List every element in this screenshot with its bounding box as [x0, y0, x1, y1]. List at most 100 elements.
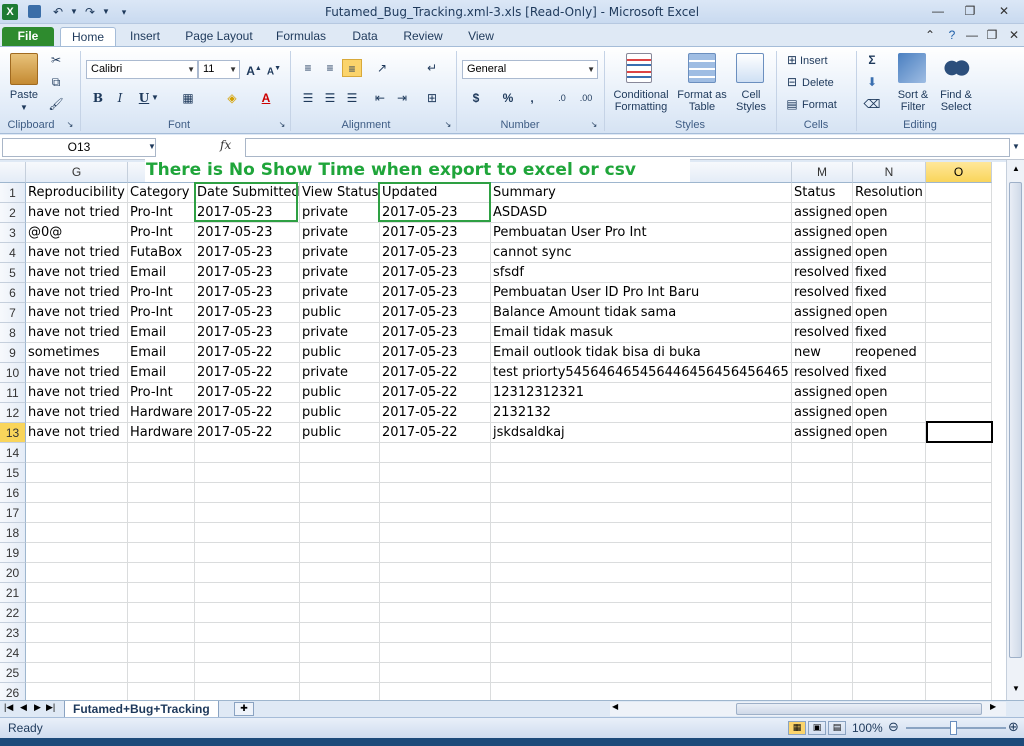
table-cell[interactable]: [853, 663, 926, 683]
comma-button[interactable]: ,: [522, 89, 542, 107]
row-header[interactable]: 22: [0, 603, 26, 623]
table-cell[interactable]: [792, 643, 853, 663]
number-format-combo[interactable]: General ▼: [462, 60, 598, 79]
table-cell[interactable]: [491, 543, 792, 563]
header-cell[interactable]: Category: [128, 183, 195, 203]
clipboard-launcher-icon[interactable]: ↘: [64, 119, 76, 131]
table-cell[interactable]: [300, 603, 380, 623]
table-cell[interactable]: [491, 603, 792, 623]
table-cell[interactable]: [491, 523, 792, 543]
table-cell[interactable]: [128, 463, 195, 483]
table-cell[interactable]: [380, 523, 491, 543]
sort-filter-icon[interactable]: [898, 53, 926, 83]
table-cell[interactable]: 2017-05-22: [380, 363, 491, 383]
page-break-view-icon[interactable]: ▤: [828, 721, 846, 735]
middle-align-icon[interactable]: ≡: [320, 59, 340, 77]
table-cell[interactable]: have not tried: [26, 303, 128, 323]
table-cell[interactable]: [300, 523, 380, 543]
table-cell[interactable]: public: [300, 303, 380, 323]
workbook-restore-button[interactable]: ❐: [980, 27, 1004, 43]
table-cell[interactable]: [300, 663, 380, 683]
align-center-icon[interactable]: ☰: [320, 89, 340, 107]
table-cell[interactable]: assigned: [792, 303, 853, 323]
table-cell[interactable]: private: [300, 283, 380, 303]
table-cell[interactable]: sfsdf: [491, 263, 792, 283]
table-cell[interactable]: [300, 503, 380, 523]
table-cell[interactable]: [26, 623, 128, 643]
table-cell[interactable]: [926, 503, 992, 523]
decrease-decimal-icon[interactable]: .00: [576, 89, 596, 107]
row-header[interactable]: 12: [0, 403, 26, 423]
table-cell[interactable]: Email outlook tidak bisa di buka: [491, 343, 792, 363]
zoom-out-icon[interactable]: ⊖: [888, 719, 899, 735]
table-cell[interactable]: [926, 603, 992, 623]
table-cell[interactable]: [26, 583, 128, 603]
table-cell[interactable]: [380, 543, 491, 563]
insert-sheet-icon[interactable]: ✚: [234, 702, 254, 716]
table-cell[interactable]: have not tried: [26, 283, 128, 303]
cut-icon[interactable]: ✂: [46, 51, 66, 69]
last-sheet-icon[interactable]: ▶|: [46, 702, 55, 713]
conditional-formatting-button[interactable]: Conditional Formatting: [608, 89, 674, 113]
table-cell[interactable]: [195, 663, 300, 683]
table-cell[interactable]: assigned: [792, 423, 853, 443]
table-cell[interactable]: [380, 503, 491, 523]
table-cell[interactable]: [926, 243, 992, 263]
table-cell[interactable]: Hardware: [128, 403, 195, 423]
table-cell[interactable]: [926, 463, 992, 483]
table-cell[interactable]: [926, 263, 992, 283]
table-cell[interactable]: [380, 583, 491, 603]
conditional-formatting-icon[interactable]: [626, 53, 652, 83]
row-header[interactable]: 2: [0, 203, 26, 223]
table-cell[interactable]: [380, 563, 491, 583]
table-cell[interactable]: open: [853, 423, 926, 443]
tab-view[interactable]: View: [458, 27, 504, 46]
table-cell[interactable]: [491, 683, 792, 700]
tab-insert[interactable]: Insert: [120, 27, 170, 46]
tab-review[interactable]: Review: [396, 27, 450, 46]
row-header[interactable]: 26: [0, 683, 26, 700]
header-cell[interactable]: Resolution: [853, 183, 926, 203]
table-cell[interactable]: [491, 563, 792, 583]
table-cell[interactable]: 2017-05-23: [380, 343, 491, 363]
table-cell[interactable]: @0@: [26, 223, 128, 243]
table-cell[interactable]: resolved: [792, 323, 853, 343]
table-cell[interactable]: [380, 463, 491, 483]
table-cell[interactable]: have not tried: [26, 243, 128, 263]
table-cell[interactable]: [491, 583, 792, 603]
format-as-table-button[interactable]: Format as Table: [676, 89, 728, 113]
horizontal-scroll-thumb[interactable]: [736, 703, 982, 715]
formula-input[interactable]: [245, 138, 1010, 157]
table-cell[interactable]: [195, 683, 300, 700]
delete-cells-button[interactable]: Delete: [802, 77, 842, 89]
orientation-icon[interactable]: ↗: [372, 59, 392, 77]
table-cell[interactable]: [926, 223, 992, 243]
table-cell[interactable]: 2017-05-22: [380, 423, 491, 443]
table-cell[interactable]: [853, 463, 926, 483]
table-cell[interactable]: private: [300, 363, 380, 383]
vertical-scrollbar[interactable]: ▲ ▼: [1006, 160, 1024, 700]
row-header[interactable]: 3: [0, 223, 26, 243]
table-cell[interactable]: 12312312321: [491, 383, 792, 403]
table-cell[interactable]: [853, 543, 926, 563]
table-cell[interactable]: test priorty545646465456446456456456465: [491, 363, 792, 383]
table-cell[interactable]: [853, 643, 926, 663]
row-header[interactable]: 21: [0, 583, 26, 603]
table-cell[interactable]: [380, 643, 491, 663]
column-header[interactable]: M: [792, 162, 853, 183]
table-cell[interactable]: [195, 563, 300, 583]
table-cell[interactable]: public: [300, 383, 380, 403]
name-box-dropdown-icon[interactable]: ▼: [142, 138, 162, 156]
table-cell[interactable]: [792, 483, 853, 503]
column-header[interactable]: G: [26, 162, 128, 183]
table-cell[interactable]: [300, 563, 380, 583]
table-cell[interactable]: Balance Amount tidak sama: [491, 303, 792, 323]
minimize-button[interactable]: —: [926, 3, 950, 19]
sort-filter-button[interactable]: Sort & Filter: [892, 89, 934, 113]
column-header[interactable]: N: [853, 162, 926, 183]
table-cell[interactable]: [128, 603, 195, 623]
table-cell[interactable]: [300, 643, 380, 663]
table-cell[interactable]: [853, 623, 926, 643]
table-cell[interactable]: [926, 203, 992, 223]
wrap-text-icon[interactable]: ↵: [422, 59, 442, 77]
